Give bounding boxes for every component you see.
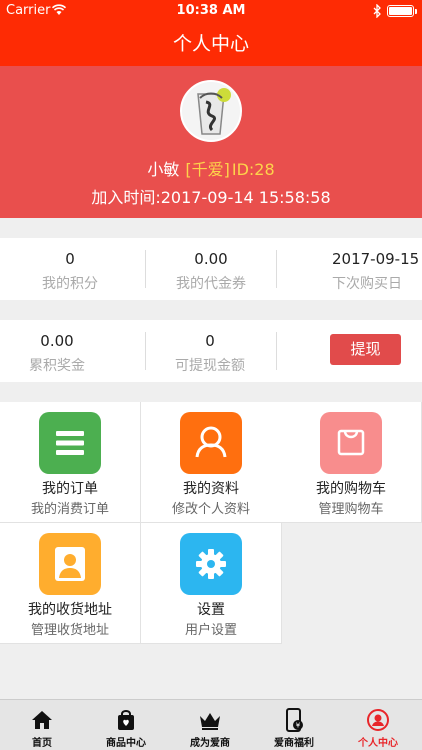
bluetooth-icon <box>373 4 381 18</box>
gear-icon <box>180 533 242 595</box>
withdraw-button[interactable]: 提现 <box>330 334 401 365</box>
tab-personal-center[interactable]: 个人中心 <box>336 700 420 750</box>
tab-label: 首页 <box>32 738 52 749</box>
bonus-row: 0.00 累积奖金 0 可提现金额 提现 <box>0 320 422 382</box>
menu-title: 设置 <box>197 602 225 618</box>
profile-header: 小敏 [千爱] ID:28 加入时间:2017-09-14 15:58:58 <box>0 66 422 218</box>
next-purchase-label: 下次购买日 <box>332 276 402 292</box>
menu-my-profile[interactable]: 我的资料 修改个人资料 <box>141 402 282 523</box>
voucher-value: 0.00 <box>194 250 228 268</box>
tab-become-partner[interactable]: 成为爱商 <box>168 700 252 750</box>
svg-text:¥: ¥ <box>296 722 301 730</box>
divider <box>276 332 277 370</box>
person-icon <box>180 412 242 474</box>
withdrawable-stat: 0 可提现金额 <box>160 320 260 382</box>
points-stat[interactable]: 0 我的积分 <box>0 238 140 300</box>
next-purchase-stat[interactable]: 2017-09-15 下次购买日 <box>282 238 422 300</box>
points-value: 0 <box>65 250 75 268</box>
shopping-bag-icon <box>118 710 134 730</box>
menu-my-orders[interactable]: 我的订单 我的消费订单 <box>0 402 141 523</box>
tab-label: 成为爱商 <box>190 738 230 749</box>
user-circle-icon <box>367 709 389 731</box>
bonus-label: 累积奖金 <box>29 358 85 374</box>
page-title: 个人中心 <box>172 33 249 55</box>
clock: 10:38 AM <box>176 3 246 18</box>
stats-row: 0 我的积分 0.00 我的代金券 2017-09-15 下次购买日 <box>0 238 422 300</box>
user-name: 小敏 <box>147 160 180 179</box>
crown-icon <box>200 713 220 730</box>
tab-home[interactable]: 首页 <box>0 700 84 750</box>
menu-my-cart[interactable]: 我的购物车 管理购物车 <box>281 402 422 523</box>
contact-icon <box>39 533 101 595</box>
menu-my-address[interactable]: 我的收货地址 管理收货地址 <box>0 523 141 644</box>
divider <box>276 250 277 288</box>
avatar[interactable] <box>180 80 242 142</box>
avatar-image <box>182 82 240 140</box>
bonus-value: 0.00 <box>40 332 74 350</box>
tab-label: 商品中心 <box>106 738 146 749</box>
bonus-stat: 0.00 累积奖金 <box>0 320 114 382</box>
menu-subtitle: 修改个人资料 <box>171 502 250 517</box>
battery-icon <box>387 5 417 17</box>
phone-icon: ¥ <box>286 708 303 732</box>
withdrawable-label: 可提现金额 <box>175 358 245 374</box>
next-purchase-value: 2017-09-15 <box>332 250 420 268</box>
menu-settings[interactable]: 设置 用户设置 <box>141 523 282 644</box>
member-level: [千爱] <box>185 160 230 179</box>
voucher-label: 我的代金券 <box>176 276 246 292</box>
home-icon <box>32 711 52 729</box>
menu-title: 我的订单 <box>42 481 98 497</box>
menu-subtitle: 用户设置 <box>184 623 237 638</box>
status-bar: Carrier 10:38 AM <box>0 0 422 22</box>
menu-subtitle: 我的消费订单 <box>30 502 109 517</box>
tab-bar: 首页 商品中心 成为爱商 ¥ 爱商福利 个人中心 <box>0 699 422 750</box>
points-label: 我的积分 <box>42 276 98 292</box>
withdrawable-value: 0 <box>205 332 215 350</box>
menu-title: 我的收货地址 <box>28 602 112 618</box>
menu-subtitle: 管理收货地址 <box>30 623 109 638</box>
tab-products[interactable]: 商品中心 <box>84 700 168 750</box>
menu-title: 我的资料 <box>183 481 239 497</box>
voucher-stat[interactable]: 0.00 我的代金券 <box>141 238 281 300</box>
tab-partner-benefits[interactable]: ¥ 爱商福利 <box>252 700 336 750</box>
tab-label: 爱商福利 <box>274 738 314 749</box>
menu-subtitle: 管理购物车 <box>318 502 384 517</box>
bag-icon <box>320 412 382 474</box>
nav-bar: 个人中心 <box>0 22 422 66</box>
tab-label: 个人中心 <box>358 738 398 749</box>
user-id: ID:28 <box>231 160 275 179</box>
list-icon <box>39 412 101 474</box>
divider <box>145 332 146 370</box>
user-name-line: 小敏 [千爱] ID:28 <box>0 156 422 180</box>
menu-title: 我的购物车 <box>316 481 386 497</box>
join-time: 加入时间:2017-09-14 15:58:58 <box>91 188 331 207</box>
